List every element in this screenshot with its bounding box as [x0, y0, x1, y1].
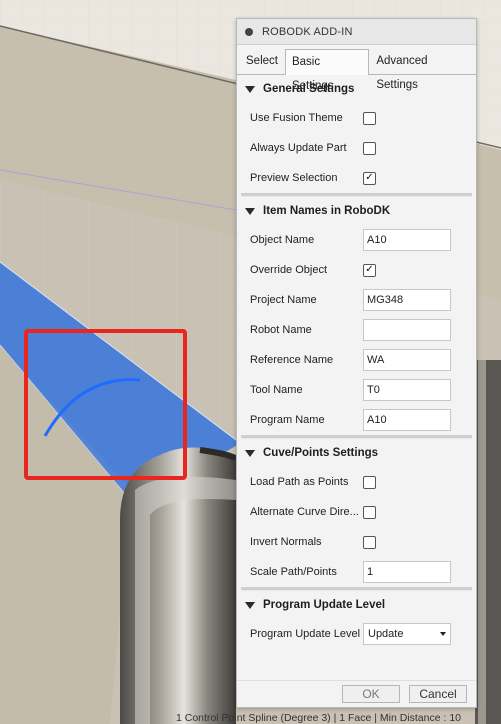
robot-name-input[interactable]	[363, 319, 451, 341]
section-item-names[interactable]: Item Names in RoboDK	[237, 197, 476, 225]
tool-name-input[interactable]: T0	[363, 379, 451, 401]
row-tool-name: Tool Name T0	[237, 375, 476, 405]
project-name-input[interactable]: MG348	[363, 289, 451, 311]
section-title: Item Names in RoboDK	[263, 205, 391, 217]
scale-path-points-label: Scale Path/Points	[250, 566, 337, 578]
row-override-object: Override Object ✓	[237, 255, 476, 285]
row-use-fusion-theme: Use Fusion Theme	[237, 103, 476, 133]
dialog-titlebar[interactable]: ROBODK ADD-IN	[237, 19, 476, 45]
alternate-curve-dir-label: Alternate Curve Dire...	[250, 506, 359, 518]
row-reference-name: Reference Name WA	[237, 345, 476, 375]
triangle-down-icon	[245, 449, 255, 457]
program-update-level-select[interactable]: Update	[363, 623, 451, 645]
invert-normals-checkbox[interactable]	[363, 535, 376, 549]
row-scale-path-points: Scale Path/Points 1	[237, 557, 476, 587]
preview-selection-checkbox[interactable]: ✓	[363, 171, 376, 185]
section-title: Program Update Level	[263, 599, 386, 611]
dropdown-caret-icon	[440, 632, 446, 636]
dialog-footer: OK Cancel	[237, 680, 476, 707]
section-program-update-level[interactable]: Program Update Level	[237, 591, 476, 619]
override-object-checkbox[interactable]: ✓	[363, 263, 376, 277]
row-preview-selection: Preview Selection ✓	[237, 163, 476, 193]
tab-bar: Select Basic Settings Advanced Settings	[237, 48, 476, 92]
tool-name-label: Tool Name	[250, 384, 303, 396]
object-name-label: Object Name	[250, 234, 315, 246]
preview-selection-label: Preview Selection	[250, 172, 338, 184]
cancel-button[interactable]: Cancel	[409, 685, 467, 703]
reference-name-label: Reference Name	[250, 354, 334, 366]
override-object-label: Override Object	[250, 264, 328, 276]
row-always-update-part: Always Update Part	[237, 133, 476, 163]
check-icon: ✓	[365, 172, 374, 183]
row-robot-name: Robot Name	[237, 315, 476, 345]
triangle-down-icon	[245, 85, 255, 93]
section-general-settings[interactable]: General Settings	[237, 75, 476, 103]
status-bar-text: 1 Control Point Spline (Degree 3) | 1 Fa…	[176, 712, 462, 724]
row-invert-normals: Invert Normals	[237, 527, 476, 557]
use-fusion-theme-checkbox[interactable]	[363, 111, 376, 125]
row-alternate-curve-dir: Alternate Curve Dire...	[237, 497, 476, 527]
row-program-name: Program Name A10	[237, 405, 476, 435]
alternate-curve-dir-checkbox[interactable]	[363, 505, 376, 519]
load-path-as-points-checkbox[interactable]	[363, 475, 376, 489]
section-title: Cuve/Points Settings	[263, 447, 379, 459]
program-name-label: Program Name	[250, 414, 325, 426]
load-path-as-points-label: Load Path as Points	[250, 476, 349, 488]
robodk-addin-dialog: ROBODK ADD-IN Select Basic Settings Adva…	[236, 18, 477, 708]
tab-select[interactable]: Select	[239, 48, 285, 74]
dialog-title: ROBODK ADD-IN	[262, 25, 353, 38]
scale-path-points-input[interactable]: 1	[363, 561, 451, 583]
always-update-part-checkbox[interactable]	[363, 141, 376, 155]
object-name-input[interactable]: A10	[363, 229, 451, 251]
robot-name-label: Robot Name	[250, 324, 312, 336]
reference-name-input[interactable]: WA	[363, 349, 451, 371]
tab-basic-settings[interactable]: Basic Settings	[284, 49, 370, 92]
use-fusion-theme-label: Use Fusion Theme	[250, 112, 343, 124]
invert-normals-label: Invert Normals	[250, 536, 322, 548]
ok-button[interactable]: OK	[342, 685, 400, 703]
row-load-path-as-points: Load Path as Points	[237, 467, 476, 497]
row-project-name: Project Name MG348	[237, 285, 476, 315]
section-curve-points[interactable]: Cuve/Points Settings	[237, 439, 476, 467]
row-program-update-level: Program Update Level Update	[237, 619, 476, 649]
check-icon: ✓	[365, 264, 374, 275]
collapse-icon[interactable]	[245, 27, 253, 36]
program-update-level-label: Program Update Level	[250, 628, 361, 640]
triangle-down-icon	[245, 207, 255, 215]
triangle-down-icon	[245, 601, 255, 609]
program-name-input[interactable]: A10	[363, 409, 451, 431]
select-value: Update	[368, 628, 404, 640]
always-update-part-label: Always Update Part	[250, 142, 347, 154]
tab-advanced-settings[interactable]: Advanced Settings	[369, 48, 476, 91]
project-name-label: Project Name	[250, 294, 317, 306]
row-object-name: Object Name A10	[237, 225, 476, 255]
